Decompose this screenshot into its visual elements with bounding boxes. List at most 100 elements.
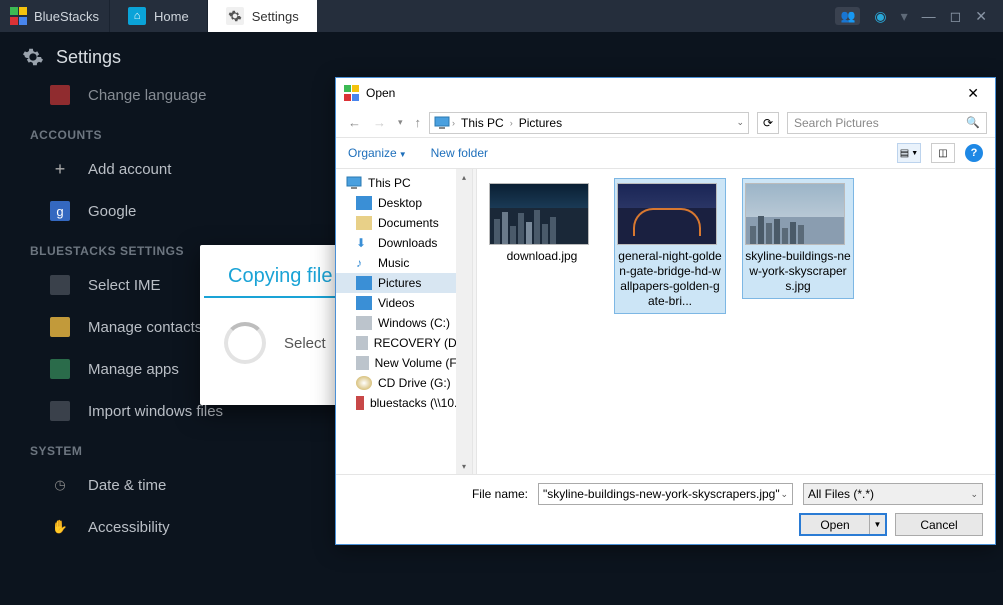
file-thumbnail	[745, 183, 845, 245]
accessibility-label: Accessibility	[88, 519, 170, 536]
pictures-icon	[356, 276, 372, 290]
file-type-filter[interactable]: All Files (*.*) ⌄	[803, 483, 983, 505]
location-icon[interactable]: ◉	[874, 8, 886, 25]
file-name: skyline-buildings-new-york-skyscrapers.j…	[745, 249, 851, 294]
friends-icon[interactable]: 👥	[835, 7, 860, 25]
tree-this-pc-label: This PC	[368, 176, 411, 190]
accessibility-icon: ✋	[50, 517, 70, 537]
add-account-label: Add account	[88, 161, 171, 178]
tree-pictures[interactable]: Pictures	[336, 273, 472, 293]
dialog-titlebar: Open ✕	[336, 78, 995, 108]
nav-up-button[interactable]: ↑	[411, 113, 426, 132]
network-drive-icon	[356, 396, 364, 410]
breadcrumb-sep-icon: ›	[510, 118, 513, 128]
drive-icon	[356, 336, 368, 350]
chevron-down-icon: ⌄	[970, 489, 978, 500]
import-icon	[50, 401, 70, 421]
google-icon: g	[50, 201, 70, 221]
tree-cdrive[interactable]: Windows (C:)	[336, 313, 472, 333]
cancel-button[interactable]: Cancel	[895, 513, 983, 536]
close-button[interactable]: ✕	[975, 8, 987, 25]
maximize-button[interactable]: ◻	[950, 8, 962, 25]
tree-gdrive[interactable]: CD Drive (G:)	[336, 373, 472, 393]
chevron-down-icon[interactable]: ▾	[901, 8, 908, 25]
file-name: download.jpg	[489, 249, 595, 264]
tree-label: Downloads	[378, 236, 437, 250]
tree-music[interactable]: ♪ Music	[336, 253, 472, 273]
tree-downloads[interactable]: ⬇ Downloads	[336, 233, 472, 253]
dialog-toolbar: Organize▼ New folder ▤ ▼ ◫ ?	[336, 138, 995, 168]
downloads-icon: ⬇	[356, 236, 372, 250]
file-item[interactable]: skyline-buildings-new-york-skyscrapers.j…	[743, 179, 853, 298]
drive-icon	[356, 356, 369, 370]
cancel-button-label: Cancel	[920, 518, 957, 532]
file-item[interactable]: general-night-golden-gate-bridge-hd-wall…	[615, 179, 725, 313]
scroll-down-icon[interactable]: ▾	[456, 458, 472, 474]
organize-menu[interactable]: Organize▼	[348, 146, 407, 160]
documents-icon	[356, 216, 372, 230]
window-controls: 👥 ◉ ▾ — ◻ ✕	[819, 7, 1003, 25]
settings-tab-icon	[226, 7, 244, 25]
ime-icon	[50, 275, 70, 295]
minimize-button[interactable]: —	[922, 8, 936, 24]
tree-label: Videos	[378, 296, 414, 310]
breadcrumb-root[interactable]: This PC	[457, 116, 508, 130]
drive-icon	[356, 316, 372, 330]
tree-label: CD Drive (G:)	[378, 376, 451, 390]
tree-this-pc[interactable]: This PC	[336, 173, 472, 193]
tree-label: RECOVERY (D:)	[374, 336, 464, 350]
breadcrumb[interactable]: › This PC › Pictures ⌄	[429, 112, 749, 134]
spinner-icon	[224, 322, 266, 364]
view-options-button[interactable]: ▤ ▼	[897, 143, 921, 163]
dialog-title: Open	[366, 86, 395, 100]
file-list: download.jpg general-night-golden-gate-b…	[477, 169, 995, 474]
chevron-down-icon[interactable]: ⌄	[780, 489, 788, 500]
cd-drive-icon	[356, 376, 372, 390]
file-item[interactable]: download.jpg	[487, 179, 597, 268]
open-button[interactable]: Open ▼	[799, 513, 887, 536]
tree-fdrive[interactable]: New Volume (F:)	[336, 353, 472, 373]
tree-label: Documents	[378, 216, 439, 230]
chevron-down-icon: ▼	[399, 150, 407, 159]
new-folder-button[interactable]: New folder	[431, 146, 488, 160]
clock-icon: ◷	[50, 475, 70, 495]
desktop-icon	[356, 196, 372, 210]
nav-forward-button[interactable]: →	[369, 113, 390, 132]
search-input[interactable]: Search Pictures 🔍	[787, 112, 987, 134]
file-name-input[interactable]: "skyline-buildings-new-york-skyscrapers.…	[538, 483, 793, 505]
tree-documents[interactable]: Documents	[336, 213, 472, 233]
nav-back-button[interactable]: ←	[344, 113, 365, 132]
dialog-close-button[interactable]: ✕	[959, 81, 987, 106]
page-title: Settings	[56, 47, 121, 68]
breadcrumb-folder[interactable]: Pictures	[515, 116, 566, 130]
import-windows-label: Import windows files	[88, 403, 223, 420]
nav-recent-button[interactable]: ▾	[394, 115, 407, 130]
folder-tree: This PC Desktop Documents ⬇ Downloads ♪ Mu…	[336, 169, 473, 474]
scroll-up-icon[interactable]: ▴	[456, 169, 472, 185]
preview-pane-button[interactable]: ◫	[931, 143, 955, 163]
help-icon[interactable]: ?	[965, 144, 983, 162]
music-icon: ♪	[356, 256, 372, 270]
plus-icon: +	[50, 159, 70, 179]
breadcrumb-dropdown-icon[interactable]: ⌄	[736, 117, 744, 128]
change-language-label: Change language	[88, 87, 206, 104]
bluestacks-titlebar: BlueStacks ⌂ Home Settings 👥 ◉ ▾ — ◻ ✕	[0, 0, 1003, 32]
gear-icon	[22, 46, 44, 68]
tree-label: Pictures	[378, 276, 421, 290]
tree-videos[interactable]: Videos	[336, 293, 472, 313]
tree-desktop[interactable]: Desktop	[336, 193, 472, 213]
refresh-button[interactable]: ⟳	[757, 112, 779, 134]
tree-scrollbar[interactable]: ▴ ▾	[456, 169, 472, 474]
home-icon: ⌂	[128, 7, 146, 25]
tree-label: Music	[378, 256, 409, 270]
dialog-app-icon	[344, 85, 360, 101]
tree-ddrive[interactable]: RECOVERY (D:)	[336, 333, 472, 353]
open-file-dialog: Open ✕ ← → ▾ ↑ › This PC › Pictures ⌄ ⟳ …	[335, 77, 996, 545]
open-split-dropdown[interactable]: ▼	[869, 515, 885, 534]
tab-settings[interactable]: Settings	[207, 0, 317, 32]
dialog-bottom: File name: "skyline-buildings-new-york-s…	[336, 474, 995, 544]
tree-network[interactable]: bluestacks (\\10...	[336, 393, 472, 413]
tab-home[interactable]: ⌂ Home	[109, 0, 207, 32]
copying-body-text: Select	[284, 335, 326, 352]
bluestacks-logo-icon	[10, 7, 28, 25]
